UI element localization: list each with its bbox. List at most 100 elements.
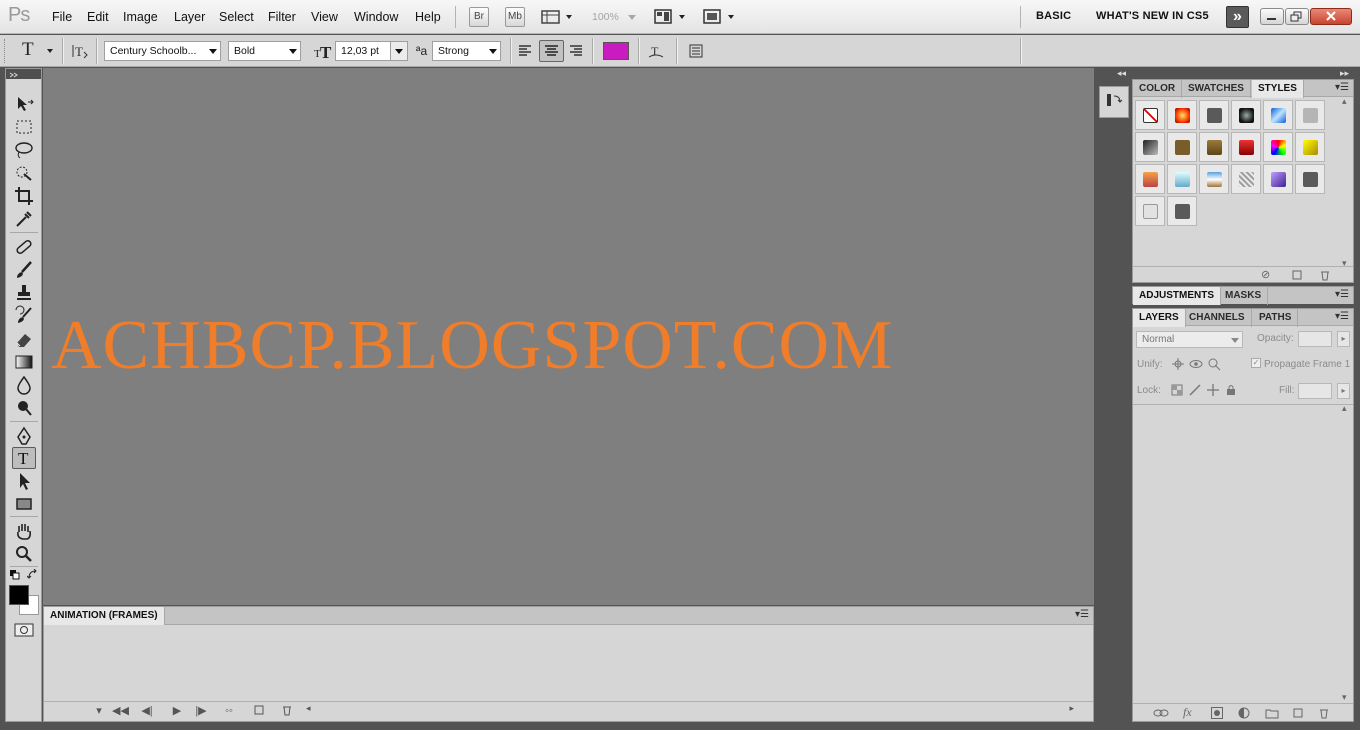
layers-scrollbar[interactable]: ▴ ▾ [1341, 403, 1351, 702]
delete-style-icon[interactable] [1319, 269, 1331, 284]
style-preset[interactable] [1199, 100, 1229, 130]
style-preset[interactable] [1263, 164, 1293, 194]
tool-preset-dropdown-icon[interactable] [47, 49, 53, 53]
unify-style-icon[interactable] [1207, 357, 1221, 374]
font-size-dropdown[interactable] [390, 42, 407, 60]
scroll-up-icon[interactable]: ▴ [1342, 96, 1347, 107]
zoom-tool-icon[interactable] [12, 543, 36, 565]
tab-animation-frames[interactable]: ANIMATION (FRAMES) [44, 607, 165, 625]
scroll-left-icon[interactable]: ◂ [306, 703, 311, 714]
link-layers-icon[interactable] [1153, 707, 1169, 722]
menu-view[interactable]: View [311, 10, 338, 24]
style-preset[interactable] [1135, 100, 1165, 130]
new-group-icon[interactable] [1265, 707, 1279, 722]
style-preset[interactable] [1167, 100, 1197, 130]
style-preset[interactable] [1263, 100, 1293, 130]
scroll-down-icon[interactable]: ▾ [1342, 692, 1347, 703]
canvas-text-layer[interactable]: ACHBCP.BLOGSPOT.COM [51, 306, 893, 386]
tab-color[interactable]: COLOR [1133, 80, 1183, 98]
tab-layers[interactable]: LAYERS [1133, 309, 1186, 327]
panel-menu-icon[interactable]: ▾☰ [1335, 289, 1349, 300]
eraser-tool-icon[interactable] [12, 328, 36, 350]
brush-tool-icon[interactable] [12, 259, 36, 281]
style-preset[interactable] [1135, 164, 1165, 194]
font-size-select[interactable]: 12,03 pt [335, 41, 408, 61]
font-style-select[interactable]: Bold [228, 41, 301, 61]
tools-panel-header[interactable] [6, 69, 41, 79]
mini-bridge-button[interactable]: Mb [505, 7, 525, 27]
tab-adjustments[interactable]: ADJUSTMENTS [1133, 287, 1222, 305]
tab-paths[interactable]: PATHS [1253, 309, 1299, 327]
delete-frame-icon[interactable] [280, 704, 294, 718]
quick-selection-tool-icon[interactable] [12, 162, 36, 184]
lock-pixels-icon[interactable] [1189, 384, 1201, 399]
menu-image[interactable]: Image [123, 10, 158, 24]
lasso-tool-icon[interactable] [12, 139, 36, 161]
zoom-level[interactable]: 100% [592, 11, 619, 23]
antialias-select[interactable]: Strong [432, 41, 501, 61]
tab-styles[interactable]: STYLES [1252, 80, 1304, 98]
new-frame-icon[interactable] [252, 704, 266, 718]
foreground-color-swatch[interactable] [9, 585, 29, 605]
menu-window[interactable]: Window [354, 10, 398, 24]
opacity-input[interactable] [1298, 331, 1332, 347]
menu-layer[interactable]: Layer [174, 10, 205, 24]
close-button[interactable] [1310, 8, 1352, 25]
style-preset[interactable] [1231, 100, 1261, 130]
style-preset[interactable] [1135, 196, 1165, 226]
fill-slider-icon[interactable]: ▸ [1337, 383, 1350, 399]
options-grip[interactable] [4, 39, 8, 63]
align-left-icon[interactable] [517, 43, 533, 59]
propagate-frame-checkbox[interactable]: ✓ [1251, 358, 1261, 368]
lock-all-icon[interactable] [1225, 384, 1237, 399]
marquee-tool-icon[interactable] [12, 116, 36, 138]
swap-colors-icon[interactable] [26, 568, 39, 581]
new-style-icon[interactable] [1291, 269, 1303, 284]
path-selection-tool-icon[interactable] [12, 470, 36, 492]
menu-file[interactable]: File [52, 10, 72, 24]
styles-scrollbar[interactable]: ▴ ▾ [1341, 96, 1351, 268]
lock-transparency-icon[interactable] [1171, 384, 1183, 399]
loop-options-icon[interactable]: ▾ [92, 704, 106, 718]
add-mask-icon[interactable] [1211, 707, 1223, 722]
tab-swatches[interactable]: SWATCHES [1182, 80, 1251, 98]
adjustment-layer-icon[interactable] [1238, 707, 1250, 722]
view-extras-button[interactable] [541, 9, 577, 25]
character-paragraph-panels-icon[interactable] [688, 43, 704, 59]
next-frame-icon[interactable]: |▶ [194, 704, 208, 718]
layer-style-icon[interactable]: fx [1183, 705, 1192, 720]
toggle-text-orientation-icon[interactable]: T [72, 43, 88, 59]
fill-input[interactable] [1298, 383, 1332, 399]
minimize-button[interactable] [1260, 8, 1284, 25]
blur-tool-icon[interactable] [12, 374, 36, 396]
delete-layer-icon[interactable] [1318, 707, 1330, 722]
rectangle-tool-icon[interactable] [12, 493, 36, 515]
style-preset[interactable] [1231, 132, 1261, 162]
workspace-whats-new[interactable]: WHAT'S NEW IN CS5 [1096, 10, 1209, 22]
tab-masks[interactable]: MASKS [1219, 287, 1269, 305]
screen-mode-button[interactable] [703, 8, 739, 26]
zoom-dropdown-icon[interactable] [628, 15, 636, 20]
style-preset[interactable] [1167, 196, 1197, 226]
frames-scrollbar[interactable]: ◂ ▸ [306, 703, 1074, 716]
previous-frame-icon[interactable]: ◀| [140, 704, 154, 718]
type-tool-preset-icon[interactable]: T [22, 39, 34, 61]
unify-visibility-icon[interactable] [1189, 357, 1203, 374]
style-preset[interactable] [1295, 100, 1325, 130]
move-tool-icon[interactable] [12, 93, 36, 115]
font-family-select[interactable]: Century Schoolb... [104, 41, 221, 61]
scroll-right-icon[interactable]: ▸ [1069, 703, 1074, 714]
default-colors-icon[interactable] [10, 569, 20, 580]
crop-tool-icon[interactable] [12, 185, 36, 207]
style-preset[interactable] [1295, 132, 1325, 162]
blend-mode-select[interactable]: Normal [1136, 331, 1243, 348]
style-preset[interactable] [1295, 164, 1325, 194]
clear-style-icon[interactable]: ⊘ [1261, 268, 1270, 281]
tab-channels[interactable]: CHANNELS [1183, 309, 1252, 327]
eyedropper-tool-icon[interactable] [12, 208, 36, 230]
style-preset[interactable] [1167, 164, 1197, 194]
panel-menu-icon[interactable]: ▾☰ [1075, 609, 1089, 620]
style-preset[interactable] [1135, 132, 1165, 162]
more-workspaces-icon[interactable]: » [1226, 6, 1249, 28]
workspace-basic[interactable]: BASIC [1036, 10, 1071, 22]
